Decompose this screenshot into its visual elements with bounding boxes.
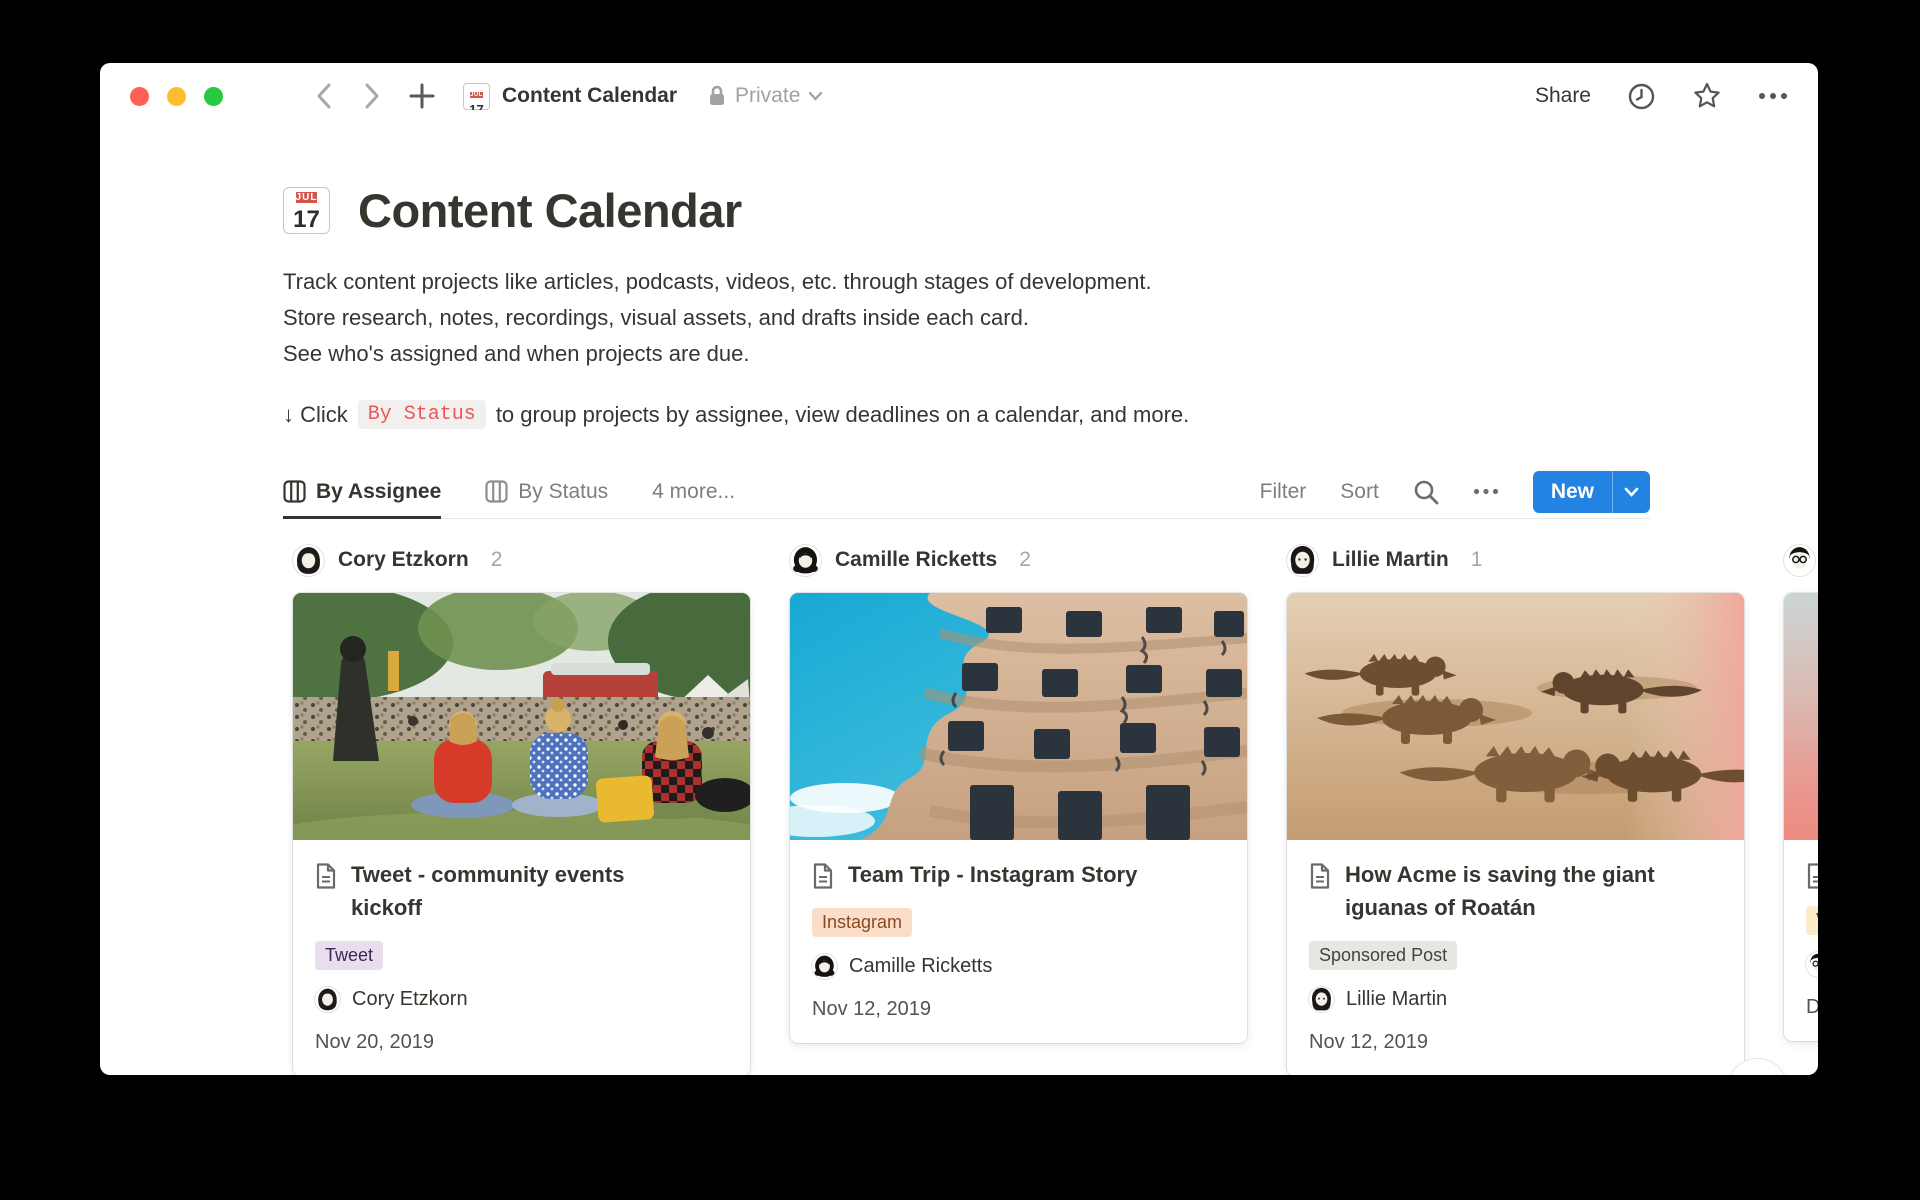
card-title: How Acme is saving the giant iguanas of … bbox=[1345, 858, 1695, 924]
filter-button[interactable]: Filter bbox=[1260, 480, 1307, 504]
back-button[interactable] bbox=[313, 76, 335, 116]
card-date: Nov 20, 2019 bbox=[315, 1031, 728, 1054]
card-cover-iguanas-photo bbox=[1287, 593, 1744, 840]
tab-label: By Status bbox=[518, 480, 608, 504]
card-date: Nov 12, 2019 bbox=[1309, 1031, 1722, 1054]
assignee-avatar bbox=[1287, 545, 1318, 576]
person-name: Lillie Martin bbox=[1346, 988, 1447, 1011]
card-partial[interactable]: V D bbox=[1784, 593, 1818, 1041]
window-controls bbox=[130, 87, 223, 106]
chevron-down-icon bbox=[1624, 487, 1639, 497]
card-iguanas[interactable]: How Acme is saving the giant iguanas of … bbox=[1287, 593, 1744, 1075]
more-views-link[interactable]: 4 more... bbox=[652, 480, 735, 504]
card-title: Team Trip - Instagram Story bbox=[848, 858, 1137, 891]
card-tag: Sponsored Post bbox=[1309, 941, 1457, 970]
description-line: Store research, notes, recordings, visua… bbox=[283, 300, 1818, 336]
lock-icon bbox=[707, 84, 727, 108]
tab-by-assignee[interactable]: By Assignee bbox=[283, 465, 441, 519]
board-column-cory: Cory Etzkorn 2 bbox=[293, 541, 750, 1075]
breadcrumb-title: Content Calendar bbox=[502, 84, 677, 108]
more-options-icon[interactable] bbox=[1758, 76, 1788, 116]
share-button[interactable]: Share bbox=[1535, 84, 1591, 108]
column-header[interactable]: Lillie Martin 1 bbox=[1287, 541, 1744, 579]
page-doc-icon bbox=[1309, 863, 1331, 889]
person-name: Camille Ricketts bbox=[849, 955, 992, 978]
page-description: Track content projects like articles, po… bbox=[283, 264, 1818, 372]
updates-clock-icon[interactable] bbox=[1627, 76, 1656, 116]
board-column-camille: Camille Ricketts 2 bbox=[790, 541, 1247, 1075]
new-button-label[interactable]: New bbox=[1533, 471, 1612, 513]
new-button-caret[interactable] bbox=[1612, 471, 1650, 513]
hint-code-chip: By Status bbox=[358, 400, 486, 429]
sort-button[interactable]: Sort bbox=[1340, 480, 1379, 504]
description-line: See who's assigned and when projects are… bbox=[283, 336, 1818, 372]
page-doc-icon bbox=[315, 863, 337, 889]
tab-label: By Assignee bbox=[316, 480, 441, 504]
hint-line: ↓ Click By Status to group projects by a… bbox=[283, 400, 1818, 429]
person-avatar bbox=[812, 954, 837, 979]
tab-by-status[interactable]: By Status bbox=[485, 465, 608, 519]
assignee-avatar bbox=[1784, 545, 1815, 576]
person-avatar bbox=[1806, 952, 1818, 977]
breadcrumb[interactable]: JUL 17 Content Calendar bbox=[463, 83, 677, 110]
view-options-icon[interactable] bbox=[1473, 488, 1499, 495]
board-column-lillie: Lillie Martin 1 bbox=[1287, 541, 1744, 1075]
board-column-partial: V D bbox=[1784, 541, 1818, 1075]
person-name: Cory Etzkorn bbox=[352, 988, 468, 1011]
board: Cory Etzkorn 2 bbox=[293, 541, 1818, 1075]
privacy-control[interactable]: Private bbox=[707, 84, 823, 108]
view-tabs-bar: By Assignee By Status 4 more... Filter S… bbox=[283, 465, 1650, 519]
column-count: 2 bbox=[1019, 548, 1031, 572]
card-team-trip[interactable]: Team Trip - Instagram Story Instagram Ca… bbox=[790, 593, 1247, 1043]
zoom-window-button[interactable] bbox=[204, 87, 223, 106]
card-cover-festival-photo bbox=[293, 593, 750, 840]
board-view-icon bbox=[485, 480, 508, 503]
privacy-label: Private bbox=[735, 84, 800, 108]
column-assignee-name: Camille Ricketts bbox=[835, 548, 997, 572]
assignee-avatar bbox=[293, 545, 324, 576]
column-header[interactable]: Camille Ricketts 2 bbox=[790, 541, 1247, 579]
page-calendar-icon: JUL 17 bbox=[463, 83, 490, 110]
minimize-window-button[interactable] bbox=[167, 87, 186, 106]
card-tag: Tweet bbox=[315, 941, 383, 970]
page-doc-icon bbox=[812, 863, 834, 889]
chevron-down-icon bbox=[808, 91, 823, 101]
description-line: Track content projects like articles, po… bbox=[283, 264, 1818, 300]
close-window-button[interactable] bbox=[130, 87, 149, 106]
card-date: D bbox=[1806, 996, 1818, 1019]
search-icon[interactable] bbox=[1413, 479, 1439, 505]
sidebar-menu-icon[interactable] bbox=[255, 76, 285, 116]
card-tag: Instagram bbox=[812, 908, 912, 937]
card-cover-building-photo bbox=[790, 593, 1247, 840]
column-assignee-name: Lillie Martin bbox=[1332, 548, 1449, 572]
column-assignee-name: Cory Etzkorn bbox=[338, 548, 469, 572]
person-avatar bbox=[1309, 987, 1334, 1012]
assignee-avatar bbox=[790, 545, 821, 576]
hint-prefix: ↓ Click bbox=[283, 402, 348, 428]
favorite-star-icon[interactable] bbox=[1692, 76, 1722, 116]
column-header[interactable] bbox=[1784, 541, 1818, 579]
card-tweet-community-events[interactable]: Tweet - community events kickoff Tweet C… bbox=[293, 593, 750, 1075]
card-cover-gradient-photo bbox=[1784, 593, 1818, 840]
column-count: 1 bbox=[1471, 548, 1483, 572]
card-tag: V bbox=[1806, 906, 1818, 935]
app-window: JUL 17 Content Calendar Private Share bbox=[100, 63, 1818, 1075]
board-view-icon bbox=[283, 480, 306, 503]
toolbar: JUL 17 Content Calendar Private Share bbox=[100, 63, 1818, 129]
card-title: Tweet - community events kickoff bbox=[351, 858, 701, 924]
page-title: Content Calendar bbox=[358, 183, 742, 238]
person-avatar bbox=[315, 987, 340, 1012]
new-button[interactable]: New bbox=[1533, 471, 1650, 513]
page-content: JUL 17 Content Calendar Track content pr… bbox=[100, 129, 1818, 1075]
hint-suffix: to group projects by assignee, view dead… bbox=[496, 402, 1189, 428]
forward-button[interactable] bbox=[361, 76, 383, 116]
column-header[interactable]: Cory Etzkorn 2 bbox=[293, 541, 750, 579]
column-count: 2 bbox=[491, 548, 503, 572]
new-page-button[interactable] bbox=[409, 76, 435, 116]
card-date: Nov 12, 2019 bbox=[812, 998, 1225, 1021]
page-icon[interactable]: JUL 17 bbox=[283, 187, 330, 234]
page-doc-icon bbox=[1806, 863, 1818, 889]
